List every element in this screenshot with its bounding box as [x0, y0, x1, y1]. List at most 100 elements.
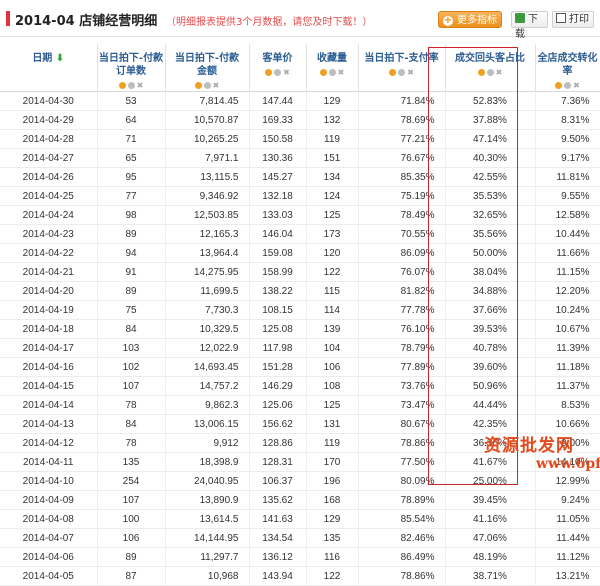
table-cell: 40.30%	[445, 148, 536, 168]
help-icon[interactable]	[555, 82, 562, 89]
download-button[interactable]: 下载	[511, 11, 548, 40]
move-icon[interactable]	[274, 69, 281, 76]
table-cell: 78.49%	[358, 205, 446, 225]
remove-icon[interactable]: ✖	[496, 69, 503, 77]
table-row: 2014-04-16 102 14,693.45 151.28 106 77.89% 39.…	[0, 357, 600, 377]
remove-icon[interactable]: ✖	[137, 82, 144, 90]
table-cell: 8.53%	[535, 395, 600, 415]
sort-icons[interactable]: ✖	[99, 82, 164, 90]
printer-icon	[556, 13, 566, 23]
print-button[interactable]: 打印	[552, 11, 594, 28]
remove-icon[interactable]: ✖	[338, 69, 345, 77]
sort-icons[interactable]: ✖	[251, 69, 305, 77]
table-cell: 80.09%	[358, 471, 446, 491]
table-cell: 107	[97, 490, 166, 510]
col-orders-label: 当日拍下-付款	[98, 53, 164, 64]
col-favorites-header[interactable]: 收藏量 ✖	[306, 44, 359, 92]
sort-icons[interactable]: ✖	[537, 82, 599, 90]
sort-icons[interactable]: ✖	[308, 69, 357, 77]
table-row: 2014-04-18 84 10,329.5 125.08 139 76.10% 39.53…	[0, 319, 600, 339]
remove-icon[interactable]: ✖	[213, 82, 220, 90]
table-cell: 102	[97, 357, 166, 377]
col-conversion-label: 全店成交转化率	[537, 53, 598, 77]
table-cell: 134	[306, 167, 359, 187]
table-cell: 89	[97, 281, 166, 301]
table-cell: 139	[306, 319, 359, 339]
table-cell: 12.99%	[535, 471, 600, 491]
move-icon[interactable]	[127, 82, 135, 89]
table-cell: 100	[97, 509, 166, 529]
table-cell: 115	[306, 281, 359, 301]
table-cell: 119	[306, 433, 359, 453]
table-cell: 87	[97, 566, 166, 586]
table-cell: 2014-04-07	[0, 528, 98, 548]
table-row: 2014-04-07 106 14,144.95 134.54 135 82.46% 47.…	[0, 528, 600, 548]
help-icon[interactable]	[477, 69, 485, 76]
table-cell: 2014-04-05	[0, 566, 98, 586]
table-cell: 9,912	[165, 433, 250, 453]
col-pay-rate-header[interactable]: 当日拍下-支付率 ✖	[358, 44, 446, 92]
table-cell: 77.50%	[358, 452, 446, 472]
sort-icons[interactable]: ✖	[447, 69, 534, 77]
remove-icon[interactable]: ✖	[573, 82, 580, 90]
move-icon[interactable]	[486, 69, 494, 76]
retention-notice: （明细报表提供3个月数据，请您及时下载！）	[166, 17, 373, 28]
table-cell: 39.60%	[445, 357, 536, 377]
sort-icons[interactable]: ✖	[360, 69, 444, 77]
table-row: 2014-04-26 95 13,115.5 145.27 134 85.35% 42.55…	[0, 167, 600, 187]
table-cell: 11.15%	[535, 262, 600, 282]
move-icon[interactable]	[328, 69, 336, 76]
sort-icons[interactable]: ✖	[167, 82, 248, 90]
table-cell: 2014-04-12	[0, 433, 98, 453]
remove-icon[interactable]: ✖	[407, 69, 414, 77]
table-cell: 114	[306, 300, 359, 320]
table-cell: 11,297.7	[165, 547, 250, 567]
help-icon[interactable]	[194, 82, 202, 89]
col-unit-price-label: 客单价	[262, 53, 293, 64]
move-icon[interactable]	[203, 82, 211, 89]
table-cell: 18,398.9	[165, 452, 250, 472]
col-conversion-header[interactable]: 全店成交转化率 ✖	[535, 44, 600, 92]
help-icon[interactable]	[389, 69, 396, 76]
col-amount-header[interactable]: 当日拍下-付款 金额 ✖	[165, 44, 250, 92]
help-icon[interactable]	[319, 69, 327, 76]
col-favorites-label: 收藏量	[317, 53, 347, 64]
table-cell: 141.63	[249, 509, 307, 529]
table-cell: 13,614.5	[165, 509, 250, 529]
table-cell: 128.86	[249, 433, 307, 453]
table-row: 2014-04-20 89 11,699.5 138.22 115 81.82% 34.88…	[0, 281, 600, 301]
table-row: 2014-04-24 98 12,503.85 133.03 125 78.49% 32.6…	[0, 205, 600, 225]
col-repeat-buyer-header[interactable]: 成交回头客占比 ✖	[445, 44, 536, 92]
col-orders-header[interactable]: 当日拍下-付款 订单数 ✖	[97, 44, 166, 92]
col-date-header[interactable]: 日期 ⬇	[0, 44, 98, 92]
table-row: 2014-04-05 87 10,968 143.94 122 78.86% 38.71% 1…	[0, 566, 600, 586]
table-row: 2014-04-17 103 12,022.9 117.98 104 78.79% 40.7…	[0, 338, 600, 358]
more-metrics-button[interactable]: + 更多指标	[438, 11, 502, 28]
table-cell: 9,862.3	[165, 395, 250, 415]
table-row: 2014-04-25 77 9,346.92 132.18 124 75.19% 35.53…	[0, 186, 600, 206]
table-cell: 41.16%	[445, 509, 536, 529]
table-cell: 11.39%	[535, 338, 600, 358]
sort-desc-icon[interactable]: ⬇	[56, 53, 64, 64]
help-icon[interactable]	[118, 82, 126, 89]
help-icon[interactable]	[265, 69, 272, 76]
table-cell: 91	[97, 262, 166, 282]
table-cell: 12,165.3	[165, 224, 250, 244]
table-cell: 135.62	[249, 490, 307, 510]
plus-icon: +	[443, 15, 453, 26]
table-cell: 138.22	[249, 281, 307, 301]
move-icon[interactable]	[398, 69, 405, 76]
table-cell: 89	[97, 547, 166, 567]
table-cell: 9.50%	[535, 129, 600, 149]
table-cell: 158.99	[249, 262, 307, 282]
table-cell: 98	[97, 205, 166, 225]
table-cell: 2014-04-22	[0, 243, 98, 263]
col-unit-price-header[interactable]: 客单价 ✖	[249, 44, 307, 92]
table-cell: 2014-04-11	[0, 452, 98, 472]
table-cell: 13,006.15	[165, 414, 250, 434]
table-cell: 122	[306, 566, 359, 586]
table-cell: 136.12	[249, 547, 307, 567]
move-icon[interactable]	[564, 82, 571, 89]
table-cell: 7,730.3	[165, 300, 250, 320]
remove-icon[interactable]: ✖	[283, 69, 290, 77]
